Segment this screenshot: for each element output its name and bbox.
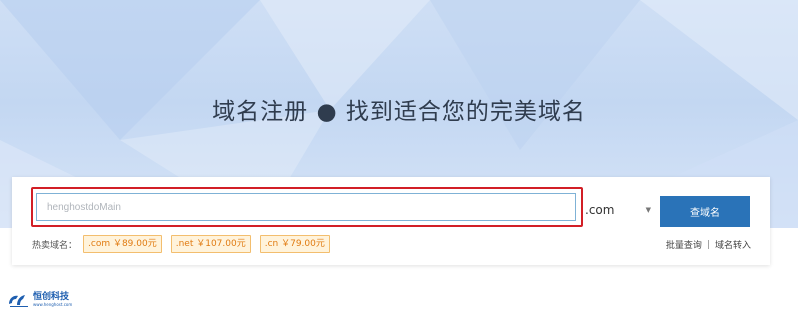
domain-search-panel: .com ▼ 查域名 热卖域名： .com ￥89.00元 .net ￥107.… [12,177,770,265]
hot-domains-row: 热卖域名： .com ￥89.00元 .net ￥107.00元 .cn ￥79… [32,235,339,253]
hot-domains-label: 热卖域名： [32,240,78,251]
search-domain-button[interactable]: 查域名 [660,196,750,227]
domain-suffix-select[interactable]: .com ▼ [585,196,659,224]
brand-logo[interactable]: 恒创科技 www.henghost.com [8,292,72,308]
logo-name: 恒创科技 [33,292,70,302]
page-title: 域名注册 ● 找到适合您的完美域名 [212,99,586,125]
logo-url: www.henghost.com [33,302,73,307]
search-input-highlight [31,187,583,227]
hot-domain-tag-cn[interactable]: .cn ￥79.00元 [259,235,330,253]
chevron-down-icon: ▼ [645,206,651,214]
extra-links: 批量查询 | 域名转入 [666,238,751,252]
link-separator: | [706,239,710,250]
suffix-value: .com [585,203,615,217]
batch-query-link[interactable]: 批量查询 [666,238,702,251]
hot-domain-tag-net[interactable]: .net ￥107.00元 [170,235,251,253]
hot-domain-tag-com[interactable]: .com ￥89.00元 [83,235,162,253]
logo-mark-icon [9,295,28,307]
domain-transfer-link[interactable]: 域名转入 [715,238,751,251]
domain-search-input[interactable] [36,193,576,221]
